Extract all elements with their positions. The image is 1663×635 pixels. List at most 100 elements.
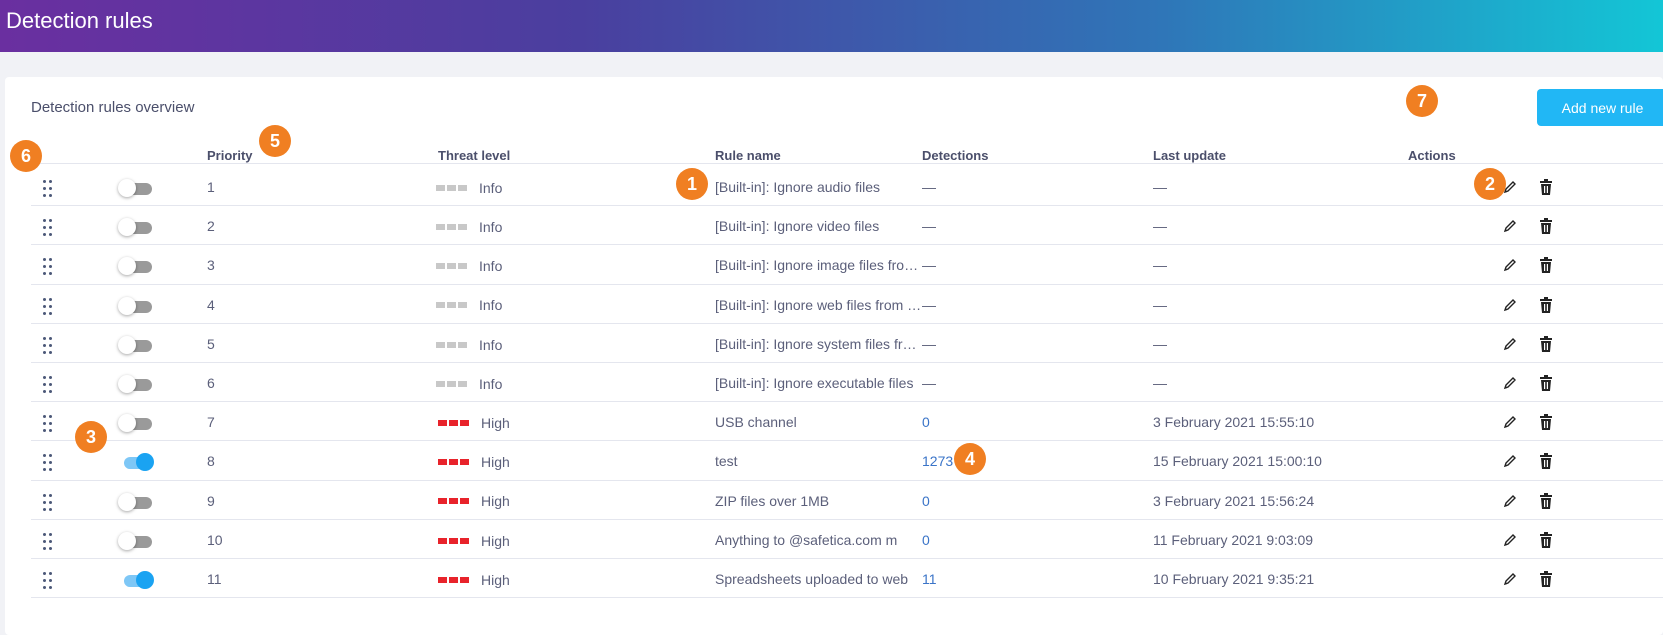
edit-pencil-icon[interactable] [1502,414,1518,430]
threat-level-indicator [458,380,467,387]
edit-pencil-icon[interactable] [1502,297,1518,313]
edit-pencil-icon[interactable] [1502,571,1518,587]
detections-count[interactable]: 11 [922,571,937,587]
detections-count[interactable]: 1273 [922,453,953,469]
rule-name[interactable]: [Built-in]: Ignore system files fr… [715,336,917,352]
threat-level-indicator [458,184,467,191]
page-header: Detection rules [0,0,1663,52]
edit-pencil-icon[interactable] [1502,453,1518,469]
last-update-value: 3 February 2021 15:56:24 [1153,492,1315,509]
column-header-threat-level[interactable]: Threat level [438,148,510,163]
delete-trash-icon[interactable] [1538,374,1554,392]
edit-pencil-icon[interactable] [1502,257,1518,273]
edit-pencil-icon[interactable] [1502,532,1518,548]
rule-name[interactable]: ZIP files over 1MB [715,493,829,509]
threat-level-indicator [447,302,456,309]
table-divider [31,163,1663,164]
delete-trash-icon[interactable] [1538,531,1554,549]
detections-count: — [922,257,936,274]
threat-level-indicator [438,459,447,466]
drag-handle-icon[interactable] [43,454,55,472]
delete-trash-icon[interactable] [1538,256,1554,274]
delete-trash-icon[interactable] [1538,570,1554,588]
last-update-value: 15 February 2021 15:00:10 [1153,453,1322,470]
delete-trash-icon[interactable] [1538,413,1554,431]
drag-handle-icon[interactable] [43,219,55,237]
detections-count: — [922,296,936,313]
priority-value: 5 [207,335,215,352]
rule-name[interactable]: [Built-in]: Ignore web files from … [715,297,921,313]
threat-level-label: Info [479,258,503,275]
threat-level: High [438,453,510,471]
drag-handle-icon[interactable] [43,336,55,355]
rule-name[interactable]: Anything to @safetica.com m [715,532,897,548]
rule-name[interactable]: [Built-in]: Ignore executable files [715,375,913,391]
rule-name[interactable]: Spreadsheets uploaded to web [715,571,908,587]
column-header-detections[interactable]: Detections [922,148,988,163]
delete-trash-icon[interactable] [1538,452,1554,470]
edit-pencil-icon[interactable] [1502,218,1518,234]
drag-handle-icon[interactable] [43,572,55,590]
threat-level-indicator [436,263,445,270]
enable-toggle[interactable] [118,218,154,237]
toggle-knob [118,296,136,315]
drag-handle-icon[interactable] [43,258,55,276]
enable-toggle[interactable] [118,571,154,589]
column-header-priority[interactable]: Priority [207,148,253,163]
delete-trash-icon[interactable] [1538,178,1554,196]
drag-handle-icon[interactable] [43,297,55,316]
drag-handle-icon[interactable] [43,376,55,394]
threat-level-indicator [438,537,447,544]
threat-level-indicator [447,380,456,387]
enable-toggle[interactable] [118,257,154,276]
add-new-rule-button[interactable]: Add new rule [1537,89,1663,126]
threat-level-label: Info [479,179,503,196]
delete-trash-icon[interactable] [1538,217,1554,235]
delete-trash-icon[interactable] [1538,335,1554,353]
edit-pencil-icon[interactable] [1502,336,1518,352]
threat-level-indicator [460,576,469,583]
enable-toggle[interactable] [118,335,154,354]
rules-card: Detection rules overview Add new rule Pr… [5,77,1663,635]
drag-handle-icon[interactable] [43,180,55,198]
threat-level: High [438,493,510,511]
enable-toggle[interactable] [118,492,154,511]
threat-level-indicator [460,537,469,544]
threat-level-label: High [481,454,510,471]
rule-name[interactable]: [Built-in]: Ignore image files fro… [715,257,918,273]
threat-level-indicator [458,263,467,270]
threat-level: Info [436,218,502,236]
threat-level: High [438,414,510,432]
column-header-rule-name[interactable]: Rule name [715,148,781,163]
rule-name[interactable]: [Built-in]: Ignore video files [715,218,879,234]
drag-handle-icon[interactable] [43,532,55,551]
delete-trash-icon[interactable] [1538,296,1554,314]
enable-toggle[interactable] [118,531,154,550]
rule-name[interactable]: test [715,453,738,469]
column-header-last-update[interactable]: Last update [1153,148,1226,163]
threat-level-indicator [449,498,458,505]
enable-toggle[interactable] [118,453,154,472]
detections-count: — [922,218,936,235]
threat-level-indicator [436,380,445,387]
edit-pencil-icon[interactable] [1502,493,1518,509]
enable-toggle[interactable] [118,414,154,433]
enable-toggle[interactable] [118,375,154,393]
enable-toggle[interactable] [118,179,154,197]
toggle-knob [118,179,136,197]
edit-pencil-icon[interactable] [1502,375,1518,391]
rule-name[interactable]: [Built-in]: Ignore audio files [715,179,880,195]
detections-count[interactable]: 0 [922,414,930,430]
detections-count[interactable]: 0 [922,532,930,548]
last-update-value: — [1153,296,1167,313]
rule-name[interactable]: USB channel [715,414,797,430]
detections-count[interactable]: 0 [922,493,930,509]
threat-level-indicator [436,302,445,309]
threat-level-indicator [436,341,445,348]
drag-handle-icon[interactable] [43,493,55,512]
threat-level: High [438,532,510,550]
drag-handle-icon[interactable] [43,415,55,433]
last-update-value: — [1153,375,1167,391]
enable-toggle[interactable] [118,296,154,315]
delete-trash-icon[interactable] [1538,492,1554,510]
